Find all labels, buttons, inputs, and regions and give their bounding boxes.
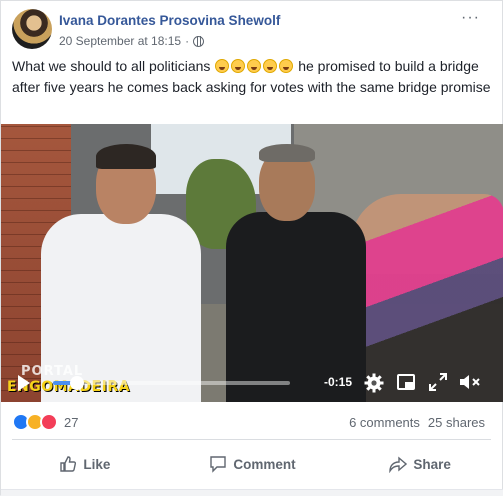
post-timestamp[interactable]: 20 September at 18:15 bbox=[59, 34, 181, 48]
comment-button[interactable]: Comment bbox=[169, 447, 337, 481]
volume-muted-icon[interactable] bbox=[459, 373, 481, 391]
video-controls: -0:15 bbox=[1, 367, 503, 399]
comment-label: Comment bbox=[233, 456, 296, 472]
picture-in-picture-icon[interactable] bbox=[397, 374, 415, 390]
globe-icon bbox=[193, 35, 205, 47]
gear-icon[interactable] bbox=[364, 373, 384, 393]
share-icon bbox=[389, 456, 408, 473]
reaction-summary[interactable]: 27 bbox=[12, 413, 78, 431]
post-text: What we should to all politicians he pro… bbox=[12, 56, 497, 98]
meta-separator: · bbox=[185, 34, 190, 48]
reaction-count: 27 bbox=[64, 414, 79, 430]
more-options-icon[interactable]: ··· bbox=[461, 9, 480, 27]
shares-count-link[interactable]: 25 shares bbox=[428, 415, 485, 430]
post-text-start: What we should to all politicians bbox=[12, 58, 211, 74]
fullscreen-icon[interactable] bbox=[429, 373, 447, 391]
video-man-white-shirt-hair bbox=[96, 144, 156, 169]
like-label: Like bbox=[83, 456, 111, 472]
share-button[interactable]: Share bbox=[336, 447, 503, 481]
progress-scrubber[interactable] bbox=[69, 376, 84, 390]
grinning-sweat-emoji bbox=[247, 59, 262, 73]
comments-count-link[interactable]: 6 comments bbox=[349, 415, 420, 430]
video-player[interactable]: PORTAL ENGOMADEIRA -0:15 bbox=[1, 124, 503, 402]
rolling-laughing-emoji bbox=[231, 59, 246, 73]
share-label: Share bbox=[413, 456, 451, 472]
progress-bar[interactable] bbox=[53, 376, 290, 390]
video-man-black-shirt-hair bbox=[259, 144, 315, 162]
author-name[interactable]: Ivana Dorantes Prosovina Shewolf bbox=[59, 13, 280, 28]
facebook-post: Ivana Dorantes Prosovina Shewolf 20 Sept… bbox=[0, 0, 503, 496]
post-meta: 20 September at 18:15 · bbox=[59, 34, 205, 48]
post-header: Ivana Dorantes Prosovina Shewolf 20 Sept… bbox=[12, 9, 502, 49]
thumbs-up-icon bbox=[60, 456, 77, 472]
engagement-stats: 6 comments 25 shares bbox=[349, 415, 485, 430]
actions-divider bbox=[12, 439, 491, 440]
play-icon[interactable] bbox=[18, 375, 30, 391]
post-actions: Like Comment Share bbox=[1, 447, 503, 481]
time-remaining: -0:15 bbox=[324, 375, 353, 389]
like-button[interactable]: Like bbox=[1, 447, 169, 481]
smiling-emoji bbox=[279, 59, 294, 73]
author-avatar[interactable] bbox=[12, 9, 52, 49]
love-reaction-icon bbox=[40, 413, 58, 431]
comment-icon bbox=[210, 456, 227, 473]
grinning-sweat-emoji bbox=[263, 59, 278, 73]
rolling-laughing-emoji bbox=[215, 59, 230, 73]
